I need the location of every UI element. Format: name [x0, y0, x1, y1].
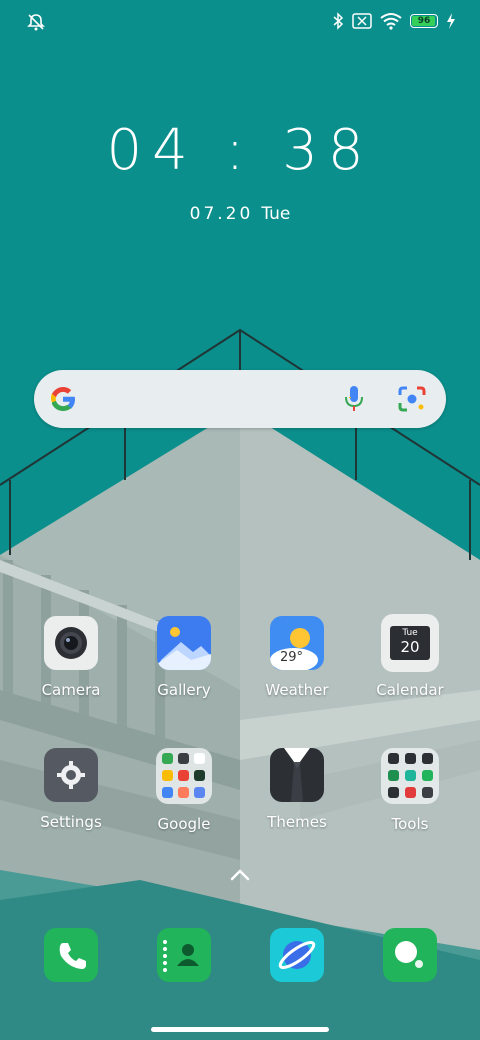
contacts-icon — [163, 940, 199, 972]
app-drawer-chevron-icon[interactable] — [229, 868, 251, 882]
dock-phone[interactable] — [44, 928, 98, 982]
app-themes[interactable]: Themes — [241, 748, 353, 831]
calendar-day: Tue — [402, 628, 418, 638]
clock-time[interactable]: 04 : 38 — [0, 118, 480, 183]
google-search-bar[interactable] — [34, 370, 446, 428]
google-folder-icon — [156, 748, 212, 804]
app-calendar[interactable]: Tue 20 Calendar — [354, 614, 466, 699]
bluetooth-icon — [333, 12, 344, 30]
home-indicator[interactable] — [151, 1027, 329, 1032]
settings-icon — [44, 748, 98, 802]
weather-temperature: 29° — [280, 650, 304, 665]
date-text: 07.20 — [189, 204, 254, 224]
do-not-disturb-icon — [27, 14, 45, 31]
wifi-icon — [380, 13, 402, 30]
folder-tools[interactable]: Tools — [354, 748, 466, 833]
app-camera[interactable]: Camera — [15, 616, 127, 699]
calendar-icon: Tue 20 — [381, 614, 439, 672]
clock-date[interactable]: 07.20 Tue — [0, 204, 480, 224]
folder-google[interactable]: Google — [128, 748, 240, 833]
tools-folder-icon — [381, 748, 439, 804]
weather-icon: 29° — [270, 616, 324, 670]
app-label: Gallery — [157, 681, 211, 699]
dock-contacts[interactable] — [157, 928, 211, 982]
app-label: Google — [157, 815, 211, 833]
charging-icon — [447, 13, 455, 29]
mic-icon[interactable] — [342, 384, 366, 414]
app-label: Camera — [41, 681, 101, 699]
app-label: Settings — [40, 813, 102, 831]
camera-icon — [44, 616, 98, 670]
dock-browser[interactable] — [270, 928, 324, 982]
google-logo — [50, 387, 75, 411]
dock-messages[interactable] — [383, 928, 437, 982]
battery-icon: 96 — [410, 14, 438, 28]
lens-icon[interactable] — [398, 386, 426, 412]
gallery-icon — [157, 616, 211, 670]
app-settings[interactable]: Settings — [15, 748, 127, 831]
themes-icon — [270, 748, 324, 802]
phone-icon — [59, 943, 86, 969]
status-bar: 96 — [0, 0, 480, 44]
calendar-date: 20 — [400, 638, 420, 656]
battery-level: 96 — [417, 16, 431, 26]
app-label: Calendar — [376, 681, 444, 699]
day-of-week: Tue — [261, 204, 291, 224]
app-gallery[interactable]: Gallery — [128, 616, 240, 699]
app-label: Tools — [391, 815, 429, 833]
browser-icon — [278, 941, 316, 969]
no-sim-icon — [352, 13, 372, 29]
app-label: Weather — [265, 681, 329, 699]
messages-icon — [395, 941, 423, 968]
app-label: Themes — [267, 813, 327, 831]
app-weather[interactable]: 29° Weather — [241, 616, 353, 699]
